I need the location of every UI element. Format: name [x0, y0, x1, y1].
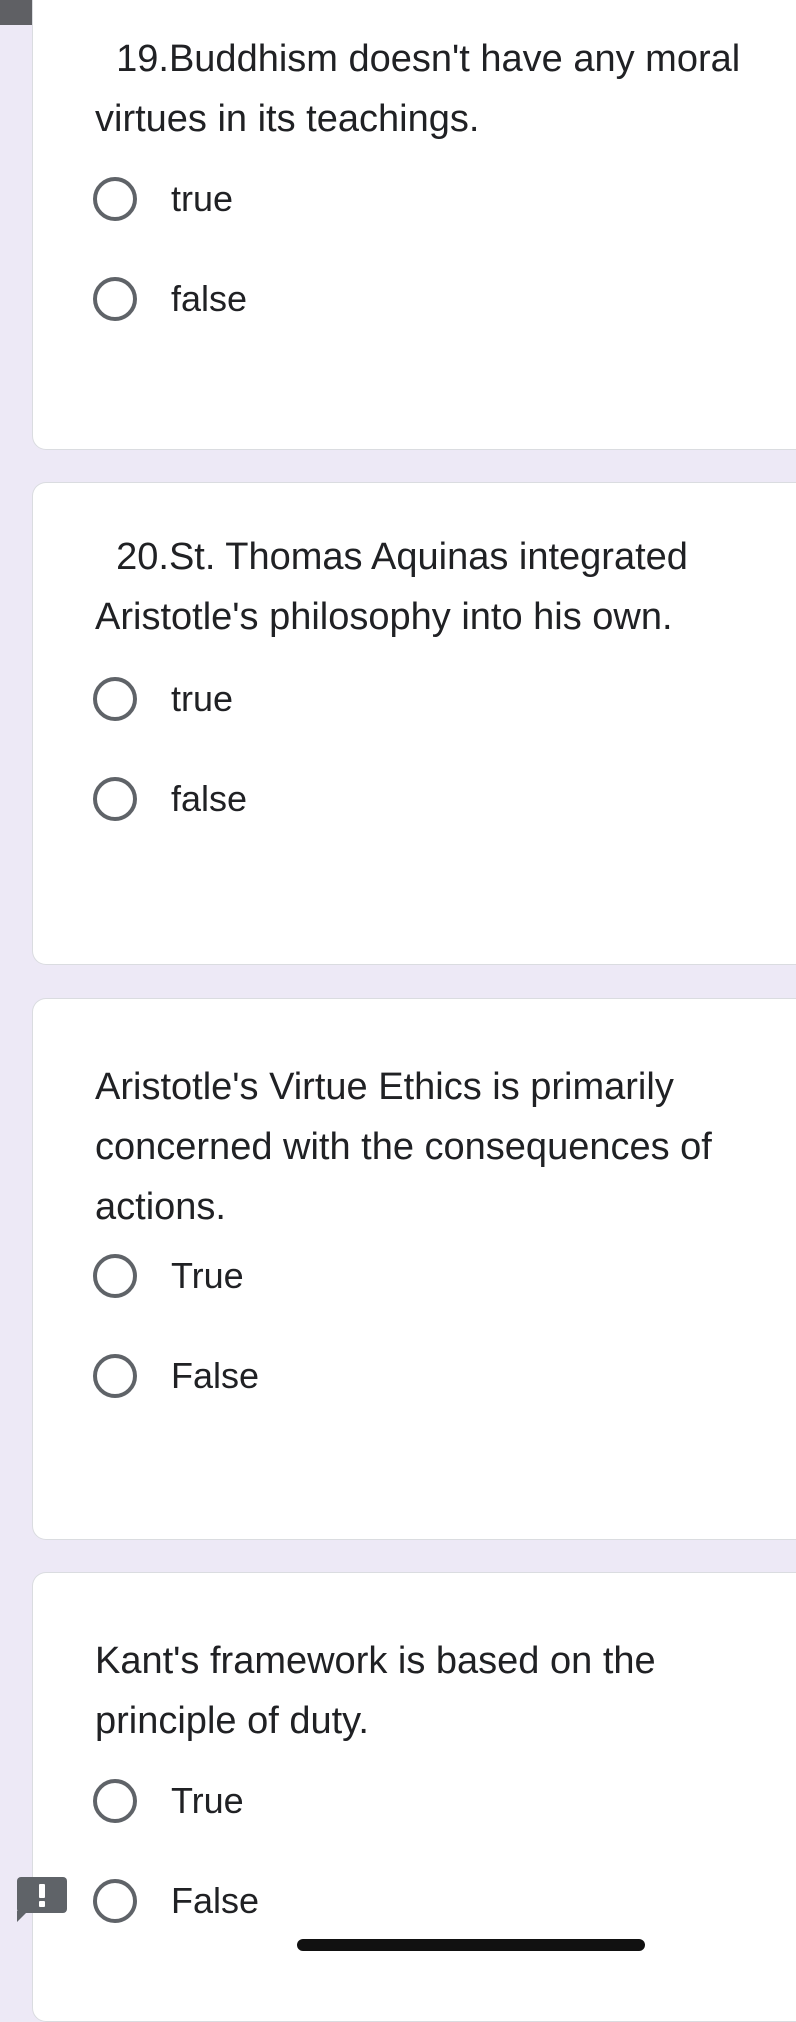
radio-option[interactable]: True	[93, 1773, 244, 1829]
option-label: true	[171, 178, 234, 219]
option-label: true	[171, 678, 234, 719]
radio-unchecked-icon[interactable]	[93, 177, 137, 221]
question-text: Aristotle's Virtue Ethics is primarily c…	[95, 1066, 723, 1228]
question-card: Aristotle's Virtue Ethics is primarily c…	[32, 998, 796, 1540]
option-label: True	[171, 1255, 244, 1296]
question-card: 19.Buddhism doesn't have any moral virtu…	[32, 0, 796, 450]
home-indicator[interactable]	[297, 1939, 645, 1951]
radio-unchecked-icon[interactable]	[93, 277, 137, 321]
question-text: Kant's framework is based on the princip…	[95, 1640, 667, 1742]
report-issue-button[interactable]	[17, 1877, 67, 1922]
radio-option[interactable]: False	[93, 1873, 259, 1929]
radio-unchecked-icon[interactable]	[93, 1779, 137, 1823]
radio-unchecked-icon[interactable]	[93, 1254, 137, 1298]
radio-option[interactable]: false	[93, 771, 247, 827]
option-label: false	[171, 778, 248, 819]
radio-option[interactable]: False	[93, 1348, 259, 1404]
option-label: False	[171, 1355, 260, 1396]
question-card: 20.St. Thomas Aquinas integrated Aristot…	[32, 482, 796, 965]
radio-unchecked-icon[interactable]	[93, 677, 137, 721]
option-label: True	[171, 1780, 244, 1821]
radio-unchecked-icon[interactable]	[93, 777, 137, 821]
option-label: False	[171, 1880, 260, 1921]
radio-option[interactable]: true	[93, 171, 233, 227]
radio-option[interactable]: false	[93, 271, 247, 327]
radio-option[interactable]: True	[93, 1248, 244, 1304]
radio-unchecked-icon[interactable]	[93, 1879, 137, 1923]
option-label: false	[171, 278, 248, 319]
question-card: Kant's framework is based on the princip…	[32, 1572, 796, 2022]
radio-option[interactable]: true	[93, 671, 233, 727]
exclamation-icon	[39, 1884, 45, 1907]
radio-unchecked-icon[interactable]	[93, 1354, 137, 1398]
question-text: 20.St. Thomas Aquinas integrated Aristot…	[95, 536, 697, 638]
question-text: 19.Buddhism doesn't have any moral virtu…	[95, 38, 751, 140]
